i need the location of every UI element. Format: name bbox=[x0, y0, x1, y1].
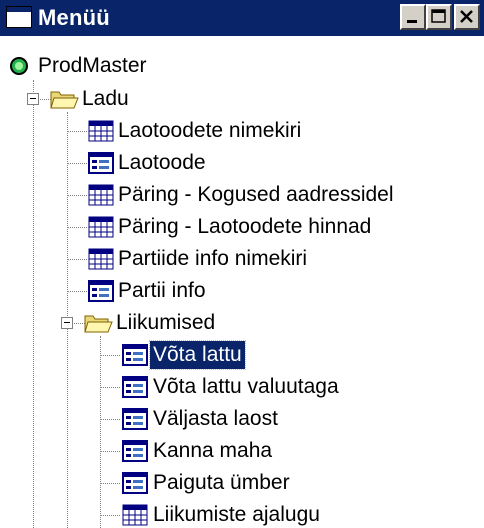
tree-item-partii-info[interactable]: Partii info bbox=[0, 275, 484, 307]
folder-open-icon bbox=[50, 91, 79, 109]
tree-item-label: Liikumiste ajalugu bbox=[153, 503, 320, 526]
tree-item-paiguta-umber[interactable]: Paiguta ümber bbox=[0, 467, 484, 499]
tree-item-label: Partii info bbox=[118, 279, 206, 302]
tree-item-label: Kanna maha bbox=[153, 439, 273, 462]
tree-item-vota-lattu[interactable]: Võta lattu bbox=[0, 339, 484, 371]
tree-item-label: ProdMaster bbox=[38, 54, 147, 77]
tree-item-partiide-info-nimekiri[interactable]: Partiide info nimekiri bbox=[0, 243, 484, 275]
tree-view[interactable]: ProdMaster Ladu Laotoodete nimekiri Laot… bbox=[0, 36, 484, 528]
tree-item-paring-hinnad[interactable]: Päring - Laotoodete hinnad bbox=[0, 211, 484, 243]
tree-item-label: Päring - Kogused aadressidel bbox=[118, 183, 394, 206]
tree-item-ladu[interactable]: Ladu bbox=[0, 83, 484, 115]
collapse-icon[interactable] bbox=[61, 317, 73, 329]
tree-item-label: Päring - Laotoodete hinnad bbox=[118, 215, 372, 238]
form-icon bbox=[122, 408, 148, 430]
tree-item-label: Liikumised bbox=[116, 311, 216, 334]
grid-icon bbox=[88, 248, 114, 270]
form-icon bbox=[122, 344, 148, 366]
grid-icon bbox=[88, 120, 114, 142]
tree-item-valjasta-laost[interactable]: Väljasta laost bbox=[0, 403, 484, 435]
tree-item-label: Ladu bbox=[82, 87, 129, 110]
tree-item-laotoode[interactable]: Laotoode bbox=[0, 147, 484, 179]
grid-icon bbox=[88, 184, 114, 206]
folder-open-icon bbox=[84, 315, 113, 333]
form-icon bbox=[88, 152, 114, 174]
title-bar[interactable]: Menüü bbox=[0, 0, 484, 36]
tree-item-label: Võta lattu valuutaga bbox=[153, 375, 339, 398]
window-icon bbox=[6, 6, 32, 28]
tree-item-prodmaster[interactable]: ProdMaster bbox=[0, 50, 484, 82]
grid-icon bbox=[88, 216, 114, 238]
tree-item-kanna-maha[interactable]: Kanna maha bbox=[0, 435, 484, 467]
tree-item-label: Laotoode bbox=[118, 151, 206, 174]
minimize-button[interactable] bbox=[400, 4, 426, 30]
grid-icon bbox=[122, 504, 148, 526]
tree-item-laotoodete-nimekiri[interactable]: Laotoodete nimekiri bbox=[0, 115, 484, 147]
collapse-icon[interactable] bbox=[27, 93, 39, 105]
tree-item-label-selected: Võta lattu bbox=[149, 340, 246, 370]
tree-item-liikumised[interactable]: Liikumised bbox=[0, 307, 484, 339]
tree-item-liikumiste-ajalugu[interactable]: Liikumiste ajalugu bbox=[0, 499, 484, 528]
menu-window: Menüü ProdMaster Ladu Laotoodete nimekir… bbox=[0, 0, 484, 528]
minimize-icon bbox=[407, 20, 417, 23]
green-circle-icon bbox=[10, 57, 28, 75]
close-button[interactable] bbox=[454, 4, 480, 30]
form-icon bbox=[122, 472, 148, 494]
form-icon bbox=[122, 376, 148, 398]
form-icon bbox=[122, 440, 148, 462]
tree-item-label: Partiide info nimekiri bbox=[118, 247, 308, 270]
tree-item-label: Väljasta laost bbox=[153, 407, 278, 430]
maximize-icon bbox=[431, 9, 446, 23]
tree-item-label: Paiguta ümber bbox=[153, 471, 290, 494]
maximize-button[interactable] bbox=[426, 4, 452, 30]
window-title: Menüü bbox=[38, 5, 110, 30]
tree-item-label: Laotoodete nimekiri bbox=[118, 119, 302, 142]
tree-item-paring-kogused[interactable]: Päring - Kogused aadressidel bbox=[0, 179, 484, 211]
form-icon bbox=[88, 280, 114, 302]
close-icon bbox=[460, 10, 473, 23]
tree-item-vota-lattu-valuutaga[interactable]: Võta lattu valuutaga bbox=[0, 371, 484, 403]
